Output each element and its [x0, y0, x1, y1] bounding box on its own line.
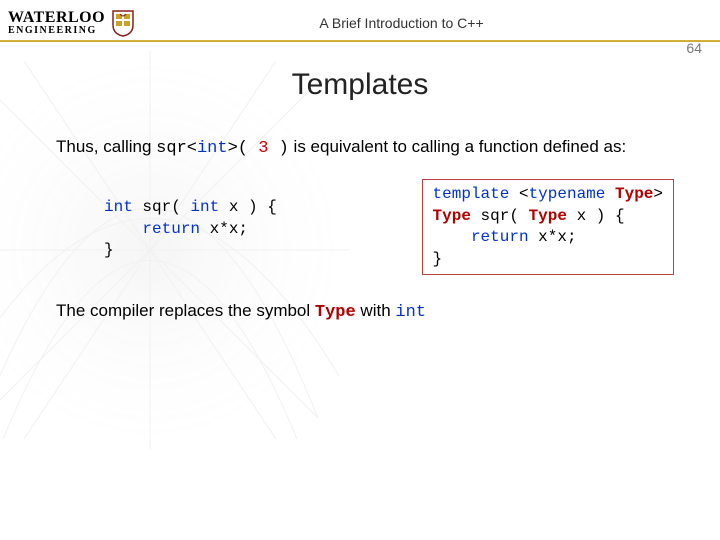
- code-keyword: int: [395, 303, 426, 322]
- code-inline: sqr<: [156, 139, 197, 158]
- logo-line2: ENGINEERING: [8, 26, 105, 35]
- code-row: int sqr( int x ) { return x*x; } templat…: [56, 179, 664, 275]
- text: The compiler replaces the symbol: [56, 301, 315, 320]
- code-inline: >(: [228, 139, 248, 158]
- code-type: Type: [315, 303, 356, 322]
- code-block-right: template <typename Type> Type sqr( Type …: [422, 179, 674, 275]
- text: Thus, calling: [56, 137, 156, 156]
- code-block-left: int sqr( int x ) { return x*x; }: [104, 179, 277, 262]
- code-inline: ): [279, 139, 289, 158]
- code-keyword: int: [197, 139, 228, 158]
- paragraph-2: The compiler replaces the symbol Type wi…: [56, 301, 664, 322]
- text: with: [356, 301, 396, 320]
- content-area: Thus, calling sqr<int>( 3 ) is equivalen…: [0, 136, 720, 322]
- paragraph-1: Thus, calling sqr<int>( 3 ) is equivalen…: [56, 136, 664, 161]
- code-number: 3: [248, 139, 279, 158]
- logo-line1: WATERLOO: [8, 11, 105, 25]
- header-bar: WATERLOO ENGINEERING A Brief Introductio…: [0, 0, 720, 40]
- text: is equivalent to calling a function defi…: [289, 137, 626, 156]
- doc-title: A Brief Introduction to C++: [95, 15, 708, 31]
